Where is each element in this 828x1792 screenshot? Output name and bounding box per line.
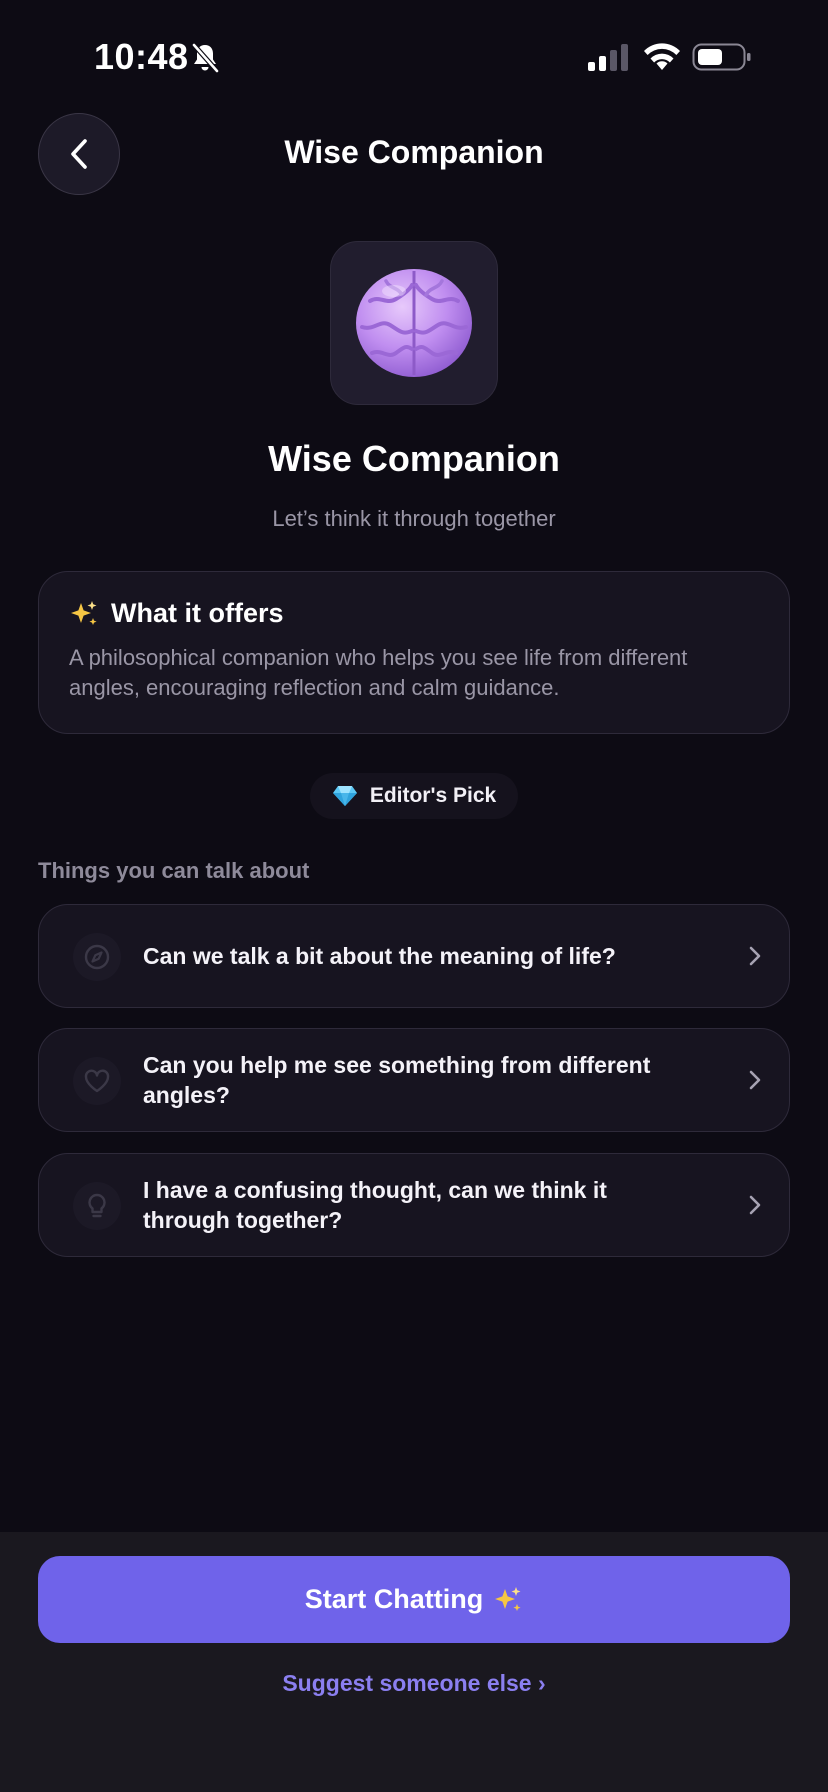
chevron-right-icon	[749, 1195, 761, 1215]
companion-detail-screen: 10:48 Wise Companion Wise Companion Let’…	[0, 0, 828, 1792]
suggest-someone-else-link[interactable]: Suggest someone else ›	[0, 1670, 828, 1697]
offers-title-row: What it offers	[69, 598, 759, 629]
companion-name: Wise Companion	[268, 438, 560, 479]
start-chatting-label: Start Chatting	[304, 1584, 484, 1614]
topic-text: I have a confusing thought, can we think…	[143, 1177, 607, 1233]
bell-slash-icon	[192, 43, 219, 73]
topic-text: Can we talk a bit about the meaning of l…	[143, 943, 616, 969]
start-chatting-button[interactable]: Start Chatting	[38, 1556, 790, 1643]
topic-icon-wrap	[73, 1057, 121, 1105]
topics-section-label: Things you can talk about	[38, 858, 310, 883]
status-time: 10:48	[94, 36, 189, 77]
heart-icon	[84, 1069, 110, 1093]
lightbulb-icon	[88, 1193, 106, 1218]
topic-card-meaning-of-life[interactable]: Can we talk a bit about the meaning of l…	[38, 904, 790, 1008]
compass-icon	[84, 944, 110, 970]
sparkle-icon	[495, 1586, 521, 1611]
status-bar: 10:48	[0, 0, 828, 110]
brain-icon	[356, 269, 472, 377]
wifi-icon	[644, 43, 680, 70]
companion-tagline: Let’s think it through together	[272, 506, 556, 531]
battery-icon	[692, 43, 751, 71]
chevron-right-icon	[749, 946, 761, 966]
companion-avatar	[330, 241, 498, 405]
header-title: Wise Companion	[284, 134, 544, 170]
gem-icon	[332, 786, 357, 806]
offers-description: A philosophical companion who helps you …	[69, 645, 688, 700]
topic-card-confusing-thought[interactable]: I have a confusing thought, can we think…	[38, 1153, 790, 1257]
sparkle-icon	[71, 600, 97, 625]
offers-card: What it offers A philosophical companion…	[38, 571, 790, 734]
editors-pick-badge: Editor's Pick	[310, 773, 518, 819]
editors-pick-label: Editor's Pick	[369, 784, 497, 807]
offers-title: What it offers	[111, 598, 284, 628]
signal-icon	[588, 44, 628, 71]
topic-card-different-angles[interactable]: Can you help me see something from diffe…	[38, 1028, 790, 1132]
topic-icon-wrap	[73, 933, 121, 981]
chevron-right-icon	[749, 1070, 761, 1090]
topic-icon-wrap	[73, 1182, 121, 1230]
topic-text: Can you help me see something from diffe…	[143, 1052, 651, 1108]
